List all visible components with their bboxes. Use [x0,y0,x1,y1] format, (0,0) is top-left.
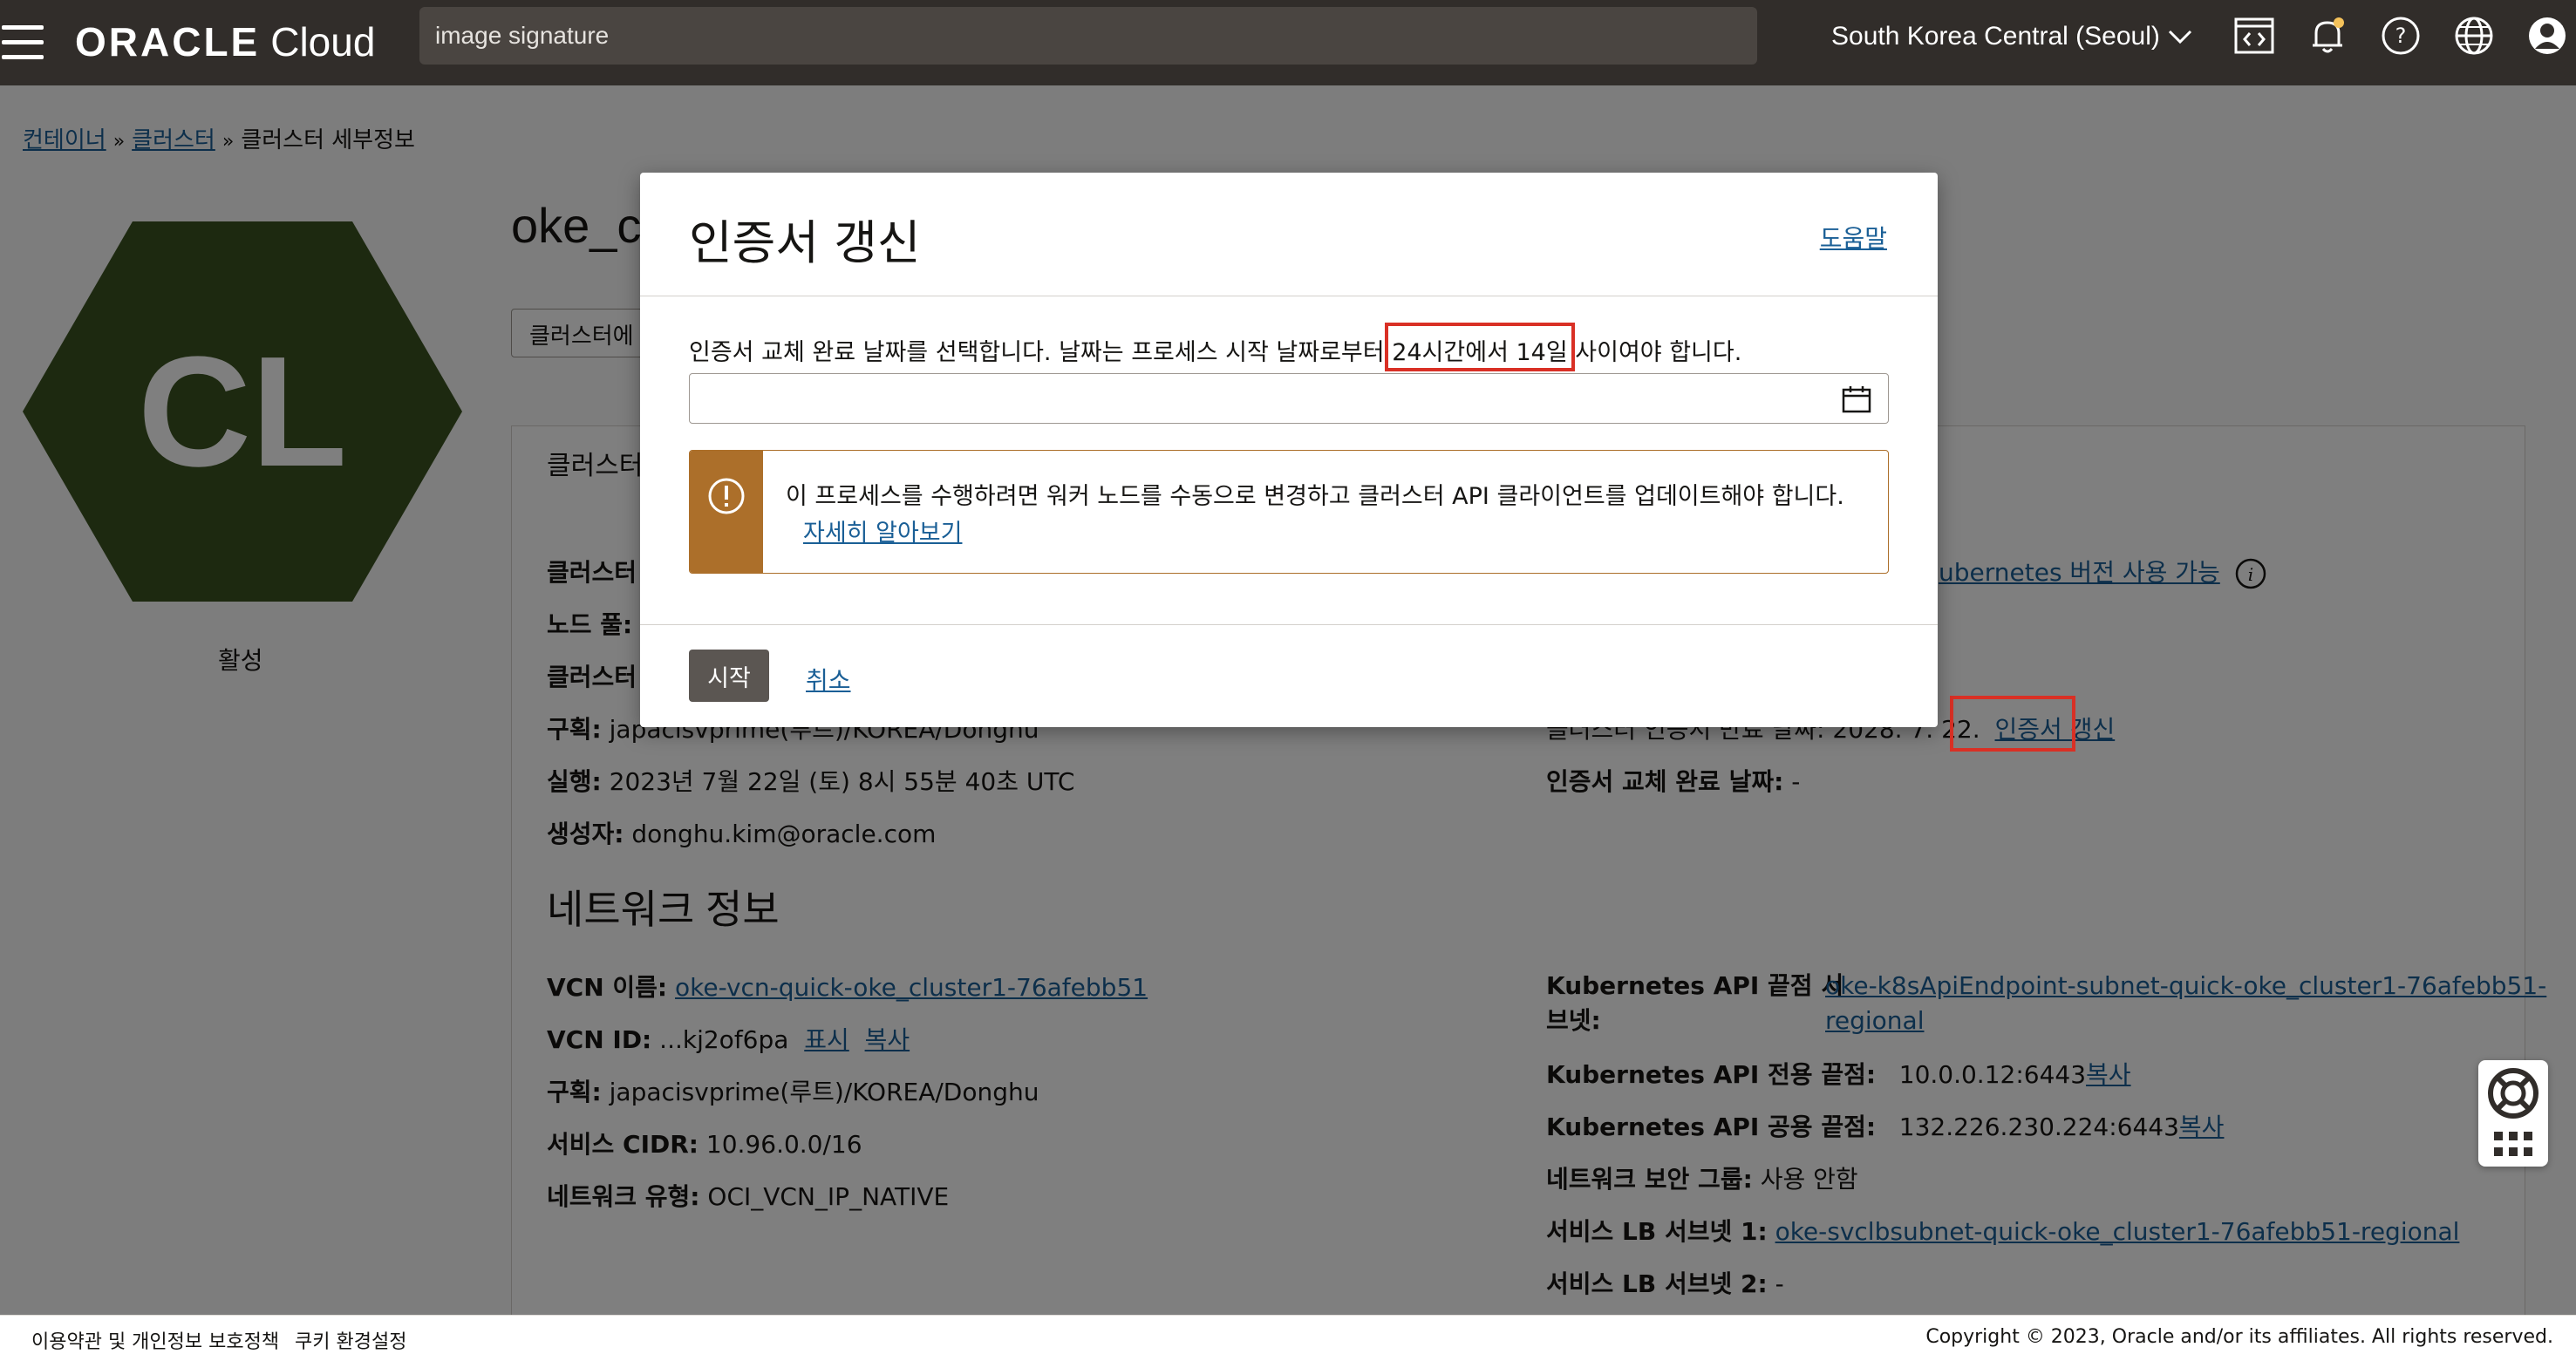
learn-more-link[interactable]: 자세히 알아보기 [803,514,962,548]
help-icon[interactable]: ? [2379,14,2423,58]
region-label: South Korea Central (Seoul) [1831,22,2160,51]
help-link[interactable]: 도움말 [1820,220,1887,255]
copyright-text: Copyright © 2023, Oracle and/or its affi… [1925,1326,2553,1348]
renew-certificate-dialog: 인증서 갱신 도움말 인증서 교체 완료 날짜를 선택합니다. 날짜는 프로세스… [640,173,1938,727]
logo-product: Cloud [270,19,376,65]
dialog-title: 인증서 갱신 [689,215,921,270]
menu-icon[interactable] [0,23,45,63]
dialog-footer: 시작 취소 [640,624,1938,727]
region-selector[interactable]: South Korea Central (Seoul) [1831,17,2193,56]
notification-bell-icon[interactable] [2306,14,2349,58]
warning-banner: 이 프로세스를 수행하려면 워커 노드를 수동으로 변경하고 클러스터 API … [689,450,1889,574]
terms-privacy-link[interactable]: 이용약관 및 개인정보 보호정책 [31,1326,279,1354]
lifebuoy-icon[interactable] [2485,1065,2541,1121]
top-navigation-bar: ORACLE Cloud South Korea Central (Seoul)… [0,0,2576,85]
annotation-highlight-renew-link [1950,696,2075,752]
cookie-preferences-link[interactable]: 쿠키 환경설정 [295,1326,406,1354]
start-button[interactable]: 시작 [689,650,769,702]
logo-brand: ORACLE [75,19,261,65]
warning-icon [708,478,745,514]
user-profile-icon[interactable] [2525,14,2569,58]
globe-icon[interactable] [2452,14,2496,58]
calendar-icon[interactable] [1842,385,1871,413]
search-input[interactable] [419,7,1757,65]
warning-text: 이 프로세스를 수행하려면 워커 노드를 수동으로 변경하고 클러스터 API … [786,483,1844,510]
chevron-down-icon [2168,30,2191,44]
footer: 이용약관 및 개인정보 보호정책 쿠키 환경설정 Copyright © 202… [0,1315,2576,1353]
code-editor-icon[interactable] [2232,14,2276,58]
cancel-link[interactable]: 취소 [806,662,851,697]
dialog-header: 인증서 갱신 도움말 [640,173,1938,296]
rotation-date-input[interactable] [689,373,1889,424]
svg-text:?: ? [2395,24,2407,48]
oracle-cloud-logo[interactable]: ORACLE Cloud [75,16,375,68]
annotation-highlight-date-range [1385,323,1575,371]
apps-grid-icon[interactable] [2492,1130,2534,1160]
dialog-description: 인증서 교체 완료 날짜를 선택합니다. 날짜는 프로세스 시작 날짜로부터 2… [689,339,1742,366]
help-widget[interactable] [2478,1060,2548,1167]
